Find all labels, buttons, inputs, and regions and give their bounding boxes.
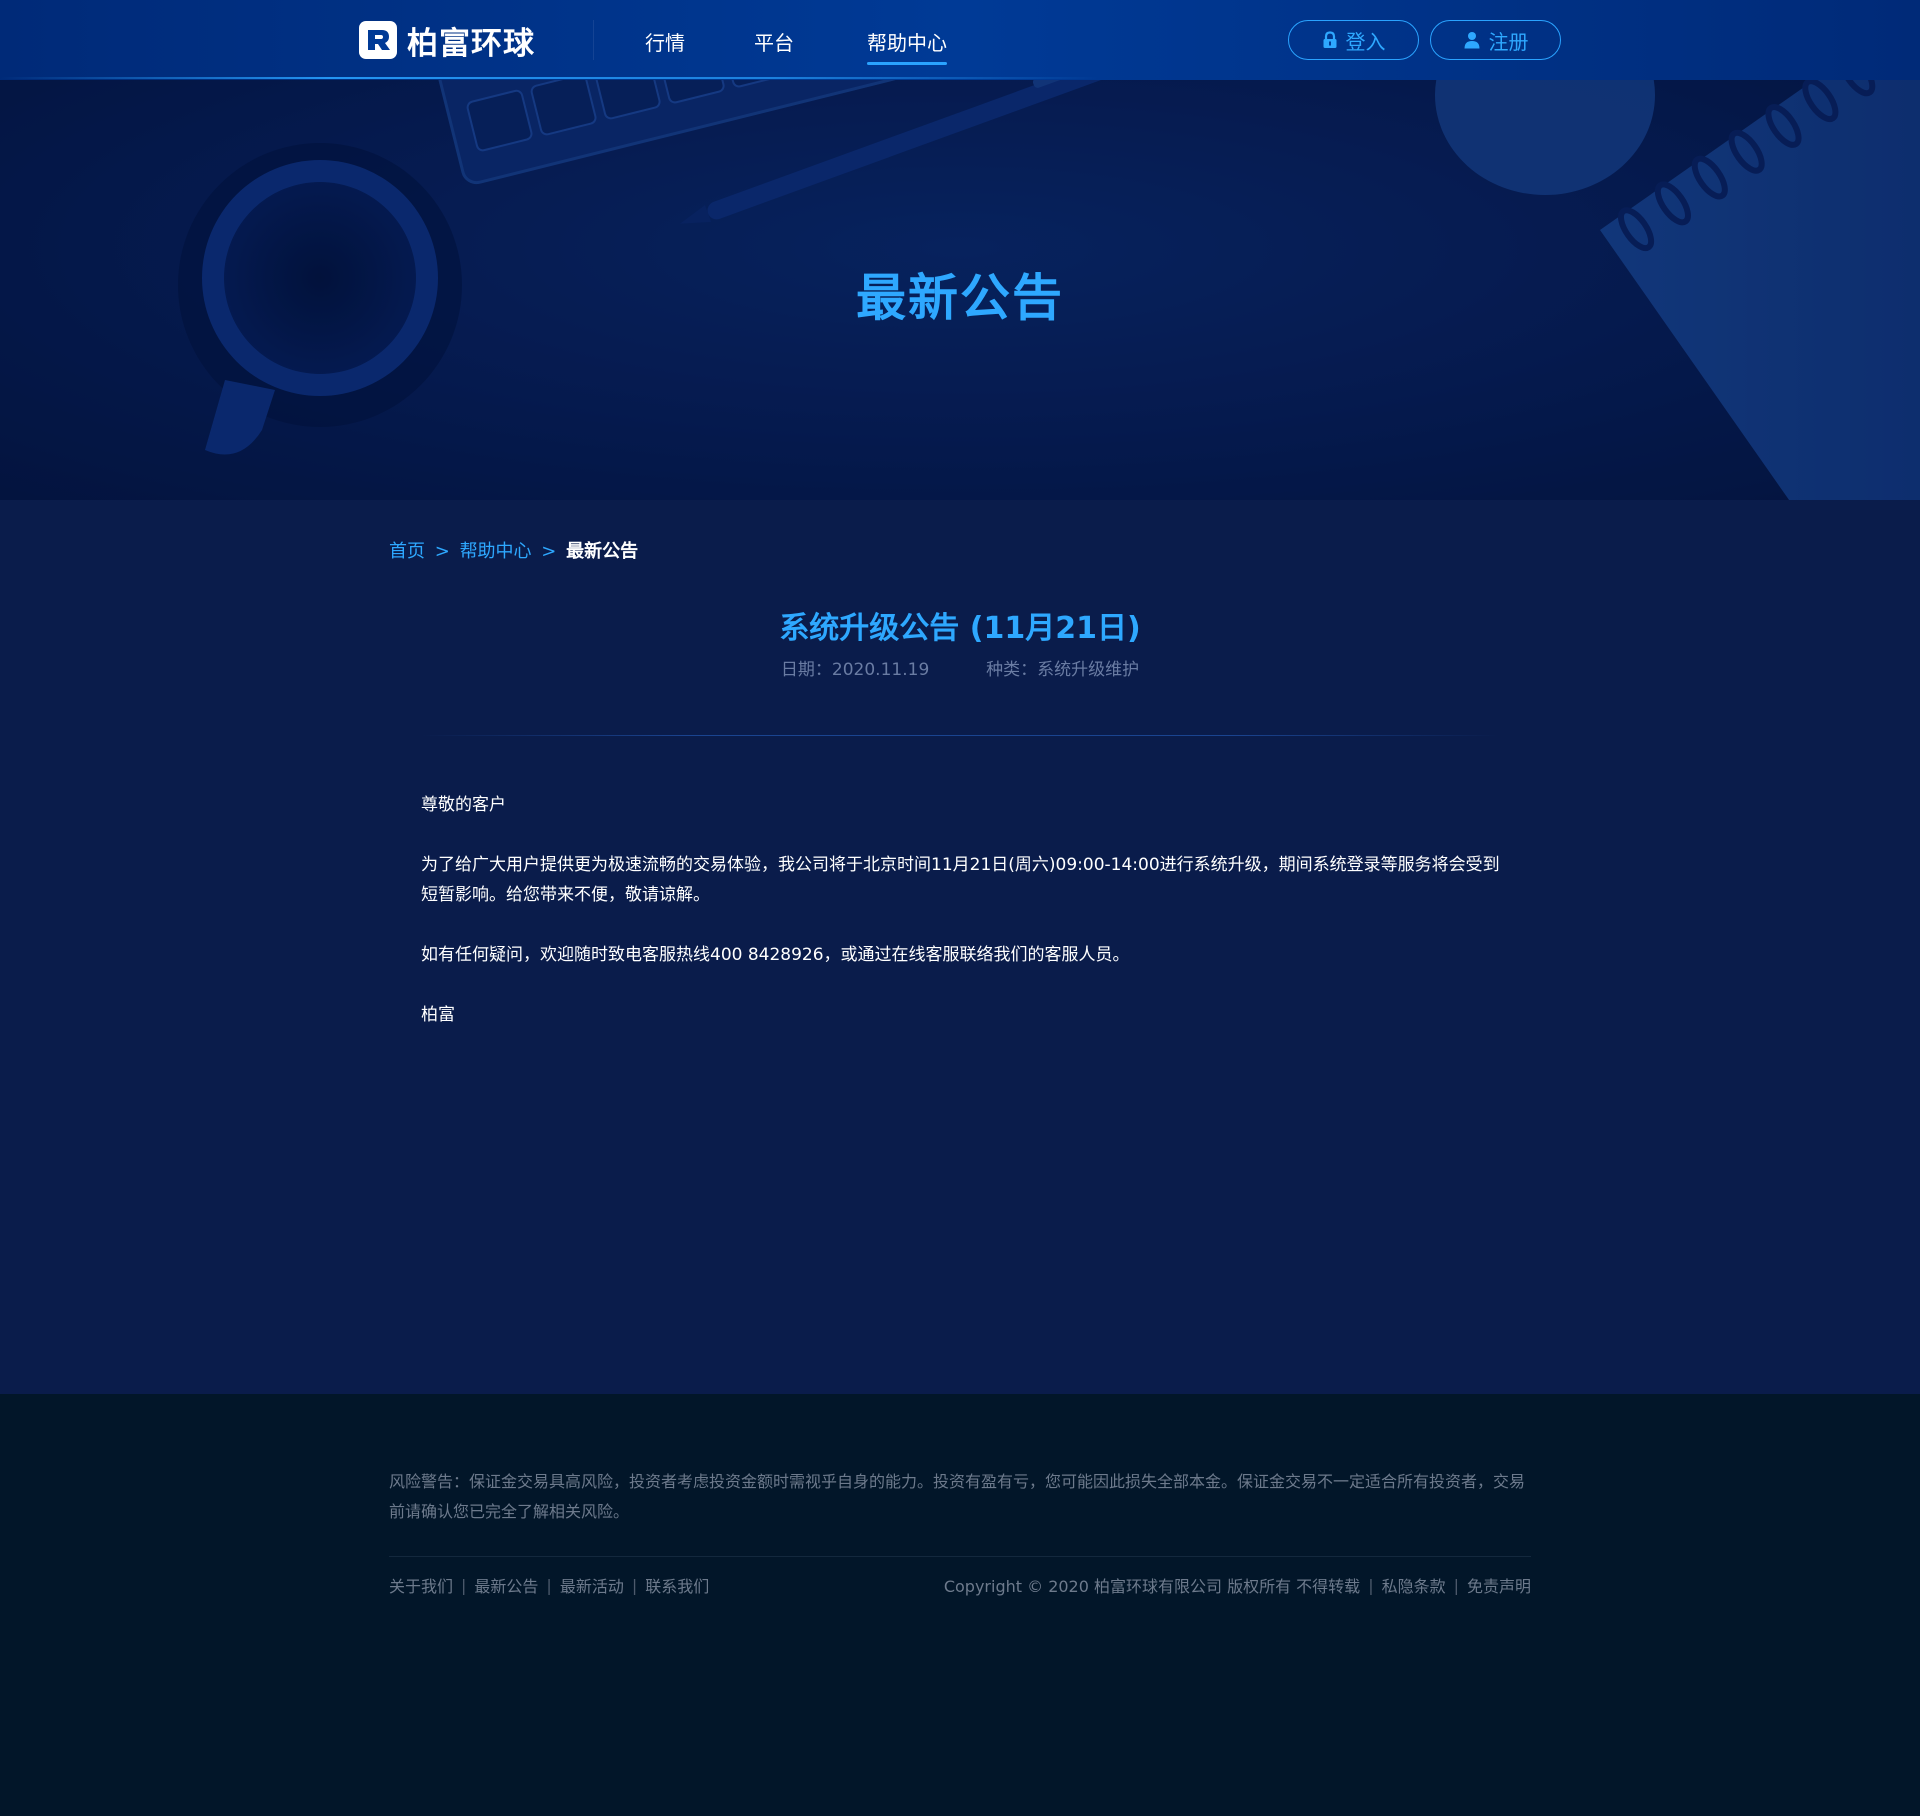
footer-divider bbox=[389, 1556, 1531, 1557]
footer-separator: | bbox=[631, 1575, 638, 1595]
risk-warning: 风险警告：保证金交易具高风险，投资者考虑投资金额时需视乎自身的能力。投资有盈有亏… bbox=[389, 1472, 1526, 1521]
hero-banner: 最新公告 bbox=[0, 80, 1920, 500]
breadcrumb-separator: > bbox=[434, 541, 450, 562]
breadcrumb-home-link[interactable]: 首页 bbox=[389, 541, 425, 562]
footer-separator: | bbox=[1368, 1575, 1374, 1595]
logo-mark-icon bbox=[359, 21, 397, 59]
brand-logo[interactable]: 柏富环球 bbox=[359, 20, 535, 62]
article-title: 系统升级公告 (11月21日) bbox=[779, 611, 1141, 646]
copyright-bar: Copyright © 2020 柏富环球有限公司 版权所有 不得转载 | 私隐… bbox=[944, 1573, 1531, 1597]
footer-separator: | bbox=[1453, 1575, 1459, 1595]
nav-item-platform[interactable]: 平台 bbox=[754, 27, 794, 56]
article-divider bbox=[421, 735, 1499, 736]
date-label: 日期： bbox=[780, 660, 832, 680]
article-paragraph: 如有任何疑问，欢迎随时致电客服热线400 8428926，或通过在线客服联络我们… bbox=[421, 945, 1130, 965]
breadcrumb-current: 最新公告 bbox=[566, 541, 639, 562]
article-date: 2020.11.19 bbox=[831, 660, 930, 680]
footer-separator: | bbox=[461, 1575, 467, 1595]
site-header: 柏富环球 行情 平台 帮助中心 登入 注册 bbox=[0, 0, 1920, 80]
lock-icon bbox=[1322, 31, 1338, 49]
login-button[interactable]: 登入 bbox=[1288, 20, 1419, 60]
site-footer: 风险警告：保证金交易具高风险，投资者考虑投资金额时需视乎自身的能力。投资有盈有亏… bbox=[0, 1394, 1920, 1816]
footer-link-privacy[interactable]: 私隐条款 bbox=[1382, 1573, 1446, 1597]
footer-links: 关于我们 | 最新公告 | 最新活动 | 联系我们 bbox=[389, 1573, 709, 1597]
register-button[interactable]: 注册 bbox=[1430, 20, 1561, 60]
breadcrumb: 首页 > 帮助中心 > 最新公告 bbox=[389, 537, 638, 563]
register-label: 注册 bbox=[1488, 31, 1529, 54]
article-paragraph: 柏富 bbox=[421, 1005, 455, 1025]
footer-link-activities[interactable]: 最新活动 bbox=[560, 1573, 624, 1597]
footer-link-contact[interactable]: 联系我们 bbox=[645, 1573, 709, 1597]
article-body: 尊敬的客户 为了给广大用户提供更为极速流畅的交易体验，我公司将于北京时间11月2… bbox=[421, 790, 1501, 1060]
article-paragraph: 尊敬的客户 bbox=[421, 795, 506, 815]
category-label: 种类： bbox=[986, 660, 1038, 680]
header-glow-line bbox=[0, 77, 1100, 79]
footer-link-disclaimer[interactable]: 免责声明 bbox=[1467, 1573, 1531, 1597]
article-paragraph: 为了给广大用户提供更为极速流畅的交易体验，我公司将于北京时间11月21日(周六)… bbox=[421, 855, 1500, 905]
breadcrumb-separator: > bbox=[541, 541, 557, 562]
user-icon bbox=[1463, 31, 1481, 49]
footer-link-announcements[interactable]: 最新公告 bbox=[474, 1573, 538, 1597]
footer-separator: | bbox=[546, 1575, 552, 1595]
login-label: 登入 bbox=[1345, 31, 1386, 54]
nav-item-market[interactable]: 行情 bbox=[645, 27, 685, 56]
article-category: 系统升级维护 bbox=[1037, 660, 1140, 680]
article-meta: 日期：2020.11.19 种类：系统升级维护 bbox=[0, 655, 1920, 680]
copyright-text: Copyright © 2020 柏富环球有限公司 版权所有 不得转载 bbox=[943, 1577, 1361, 1596]
nav-item-help-center[interactable]: 帮助中心 bbox=[867, 27, 947, 65]
brand-name: 柏富环球 bbox=[407, 25, 535, 62]
footer-link-about[interactable]: 关于我们 bbox=[389, 1573, 453, 1597]
breadcrumb-help-link[interactable]: 帮助中心 bbox=[460, 541, 532, 562]
main-content: 首页 > 帮助中心 > 最新公告 系统升级公告 (11月21日) 日期：2020… bbox=[0, 500, 1920, 1394]
nav-divider bbox=[593, 20, 594, 60]
hero-title: 最新公告 bbox=[856, 269, 1064, 327]
